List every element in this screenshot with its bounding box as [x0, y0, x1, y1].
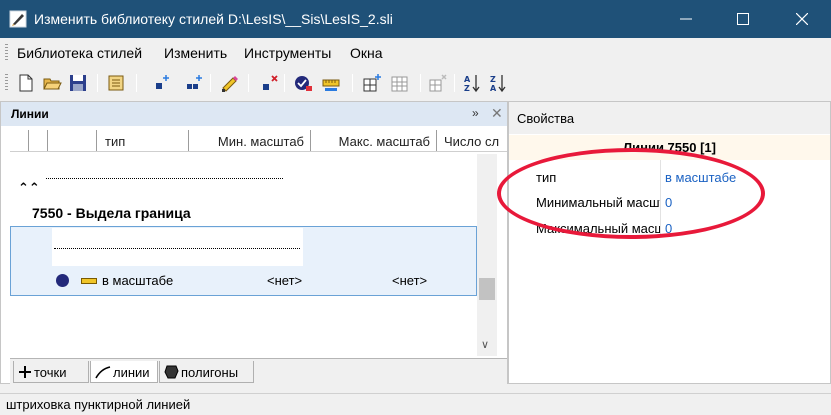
- pane-close-icon[interactable]: ✕: [491, 105, 503, 122]
- maximize-button[interactable]: [714, 0, 772, 38]
- menu-windows[interactable]: Окна: [350, 45, 383, 61]
- column-header-layers[interactable]: Число сл: [437, 130, 507, 151]
- tab-polygons[interactable]: полигоны: [159, 361, 254, 383]
- close-icon: [796, 13, 808, 25]
- group-title: 7550 - Выдела граница: [32, 205, 191, 221]
- line-preview: [52, 228, 303, 266]
- toolbar-separator: [454, 74, 455, 92]
- vertical-scrollbar[interactable]: ∨: [477, 154, 497, 356]
- app-pencil-icon: [9, 10, 27, 28]
- add-group-icon[interactable]: [184, 73, 204, 93]
- status-bar: штриховка пунктирной линией: [0, 393, 831, 415]
- column-header[interactable]: [10, 130, 29, 151]
- style-library-window: Изменить библиотеку стилей D:\LesIS\__Si…: [0, 0, 831, 415]
- toolbar-separator: [136, 74, 137, 92]
- svg-text:Z: Z: [490, 75, 496, 84]
- plus-icon: [18, 365, 32, 382]
- row-max-scale: <нет>: [392, 273, 428, 288]
- menu-bar: Библиотека стилей Изменить Инструменты О…: [0, 38, 831, 66]
- ruler-icon: [81, 278, 97, 284]
- toolbar: AZ ZA: [0, 66, 831, 100]
- polygon-icon: [164, 365, 179, 382]
- toolbar-separator: [210, 74, 211, 92]
- lines-pane-title: Линии: [11, 107, 49, 121]
- column-header-type[interactable]: тип: [97, 130, 189, 151]
- minimize-button[interactable]: [657, 0, 715, 38]
- minimize-icon: [680, 18, 692, 20]
- close-button[interactable]: [773, 0, 831, 38]
- title-bar: Изменить библиотеку стилей D:\LesIS\__Si…: [0, 0, 831, 38]
- line-preview: [33, 158, 284, 200]
- open-folder-icon[interactable]: [42, 73, 62, 93]
- library-icon[interactable]: [106, 73, 126, 93]
- list-item-selected[interactable]: в масштабе <нет> <нет>: [10, 226, 477, 296]
- column-header-max-scale[interactable]: Макс. масштаб: [311, 130, 437, 151]
- toolbar-separator: [284, 74, 285, 92]
- dotted-line-preview: [54, 248, 300, 249]
- visible-check-icon[interactable]: [56, 274, 69, 287]
- grid-header: тип Мин. масштаб Макс. масштаб Число сл: [10, 130, 507, 152]
- tab-lines[interactable]: линии: [90, 361, 158, 383]
- add-point-icon[interactable]: [152, 73, 172, 93]
- lines-list[interactable]: ⌃⌃ 7550 - Выдела граница в масштабе <нет…: [10, 154, 477, 356]
- menu-style-library[interactable]: Библиотека стилей: [17, 45, 142, 61]
- scroll-down-icon[interactable]: ∨: [481, 338, 489, 351]
- dotted-line-preview: [46, 178, 283, 179]
- svg-text:A: A: [490, 84, 497, 93]
- properties-pane: Свойства Линии 7550 [1] тип в масштабе М…: [508, 101, 831, 384]
- save-icon[interactable]: [68, 73, 88, 93]
- table-grid-icon[interactable]: [390, 73, 410, 93]
- menu-edit[interactable]: Изменить: [164, 45, 227, 61]
- maximize-icon: [737, 13, 749, 25]
- lines-pane-header: Линии » ✕: [1, 102, 507, 126]
- column-header-min-scale[interactable]: Мин. масштаб: [189, 130, 311, 151]
- edit-pencil-icon[interactable]: [220, 73, 240, 93]
- tab-points[interactable]: точки: [13, 361, 89, 383]
- column-header[interactable]: [29, 130, 48, 151]
- new-file-icon[interactable]: [16, 73, 36, 93]
- menu-tools[interactable]: Инструменты: [244, 45, 331, 61]
- svg-text:A: A: [464, 75, 471, 84]
- lines-pane: Линии » ✕ тип Мин. масштаб Макс. масштаб…: [0, 101, 508, 384]
- window-title: Изменить библиотеку стилей D:\LesIS\__Si…: [34, 11, 393, 27]
- sort-az-icon[interactable]: AZ: [462, 73, 482, 93]
- table-add-icon[interactable]: [362, 73, 382, 93]
- row-min-scale: <нет>: [267, 273, 303, 288]
- delete-icon[interactable]: [260, 73, 280, 93]
- toolbar-separator: [97, 74, 98, 92]
- column-header[interactable]: [48, 130, 97, 151]
- toolbar-separator: [420, 74, 421, 92]
- line-icon: [95, 365, 111, 382]
- sort-za-icon[interactable]: ZA: [488, 73, 508, 93]
- svg-text:Z: Z: [464, 84, 470, 93]
- toolbar-grip[interactable]: [5, 74, 8, 92]
- menu-grip[interactable]: [5, 44, 8, 60]
- scroll-thumb[interactable]: [479, 278, 495, 300]
- table-delete-icon[interactable]: [428, 73, 448, 93]
- row-type: в масштабе: [102, 273, 174, 288]
- properties-check-icon[interactable]: [293, 73, 313, 93]
- pane-collapse-icon[interactable]: »: [472, 106, 479, 120]
- ruler-icon[interactable]: [321, 73, 341, 93]
- properties-title: Свойства: [509, 102, 830, 134]
- annotation-ellipse: [497, 148, 765, 239]
- toolbar-separator: [248, 74, 249, 92]
- style-type-tabs: точки линии полигоны: [10, 358, 507, 384]
- collapse-group-icon[interactable]: ⌃⌃: [18, 180, 40, 196]
- toolbar-separator: [352, 74, 353, 92]
- status-text: штриховка пунктирной линией: [6, 397, 191, 412]
